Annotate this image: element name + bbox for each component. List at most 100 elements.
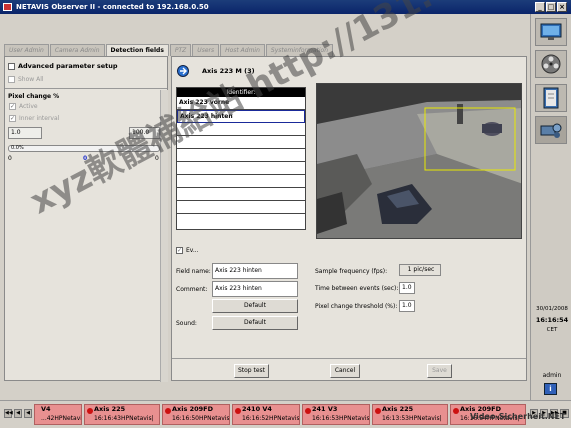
show-all-checkbox[interactable]: Show All [8,76,44,83]
camera-event-item[interactable]: Axis 209FD 16:16:50HPNetavis| [162,404,230,425]
camera-image [317,84,521,238]
stop-icon[interactable]: ■ [560,409,569,418]
save-button[interactable]: Save [427,364,452,378]
tab-host-admin[interactable]: Host Admin [220,44,265,56]
divider [5,88,167,89]
event-checkbox[interactable]: Ev... [176,247,199,254]
sample-frequency-select[interactable]: 1 pic/sec [399,264,441,276]
tab-user-admin[interactable]: User Admin [4,44,49,56]
tab-ptz[interactable]: PTZ [169,44,192,56]
camera-event-item[interactable]: 2410 V4 16:16:52HPNetavis| [232,404,300,425]
pixel-threshold-input[interactable]: 1.0 [399,300,415,312]
prev-icon[interactable]: ◀ [24,409,32,418]
camera-select-icon[interactable] [177,65,189,77]
last-icon[interactable]: ▶▶ [550,409,559,418]
comment-input[interactable]: Axis 223 hinten [212,281,298,297]
camera-event-item[interactable]: Axis 225 16:13:53HPNetavis| [372,404,448,425]
detection-field-editor: Axis 223 M (3) Identifier: Axis 223 vorn… [171,56,527,381]
pixel-threshold-label: Pixel change threshold (%): [315,303,398,310]
app-icon [3,3,12,11]
identifier-row[interactable] [177,123,305,136]
panel-scrollbar[interactable] [160,90,168,382]
window-titlebar: NETAVIS Observer II - connected to 192.1… [0,0,571,14]
tab-detection-fields[interactable]: Detection fields [105,44,169,56]
time-between-label: Time between events (sec): [315,285,399,292]
identifier-row-selected[interactable]: Axis 223 hinten [177,110,305,123]
check-icon [176,247,183,254]
right-sidebar: 30/01/2008 16:16:54 CET admin i [530,14,571,406]
camera-event-item[interactable]: Axis 209FD 16:16:54HPNetavis| [450,404,526,425]
default-button-1[interactable]: Default [212,299,298,313]
arrow-icon [180,67,187,75]
check-icon [9,115,16,122]
film-reel-icon[interactable] [535,50,567,78]
time-label: 16:16:54 [535,316,569,324]
alarm-icon [165,408,171,414]
camera-event-strip: ◀◀ ◀ ◀ V4 ...42HPNetavis| Axis 225 16:16… [0,400,571,428]
tab-bar: User Admin Camera Admin Detection fields… [4,44,334,56]
monitor-icon-glyph [540,23,562,40]
inner-interval-checkbox[interactable]: Inner interval [9,115,59,122]
alarm-icon [305,408,311,414]
stop-test-button[interactable]: Stop test [234,364,269,378]
first-icon[interactable]: ◀◀ [4,409,13,418]
date-label: 30/01/2008 [536,306,568,312]
window-title: NETAVIS Observer II - connected to 192.1… [16,3,209,11]
camera-event-item[interactable]: Axis 225 16:16:43HPNetavis| [84,404,160,425]
advanced-setup-checkbox[interactable]: Advanced parameter setup [8,62,118,70]
camera-event-item[interactable]: 241 V3 16:16:53HPNetavis| [302,404,370,425]
camera-view[interactable] [316,83,522,239]
comment-label: Comment: [176,286,208,293]
film-reel-glyph [541,54,561,74]
next-icon[interactable]: ▶ [540,409,548,418]
parameter-panel: Advanced parameter setup Show All Pixel … [4,56,168,382]
info-icon[interactable]: i [544,383,557,395]
network-admin-icon[interactable] [535,116,567,144]
network-admin-glyph [540,123,562,138]
scale-mid: 0 [83,155,88,162]
checkbox-icon [8,76,15,83]
camera-event-item[interactable]: V4 ...42HPNetavis| [34,404,82,425]
identifier-row[interactable] [177,149,305,162]
monitor-icon[interactable] [535,18,567,46]
checkbox-icon [8,62,15,70]
time-between-input[interactable]: 1.0 [399,282,415,294]
minimize-button[interactable]: _ [535,2,545,12]
play-icon[interactable]: ▶ [530,409,538,418]
active-checkbox[interactable]: Active [9,103,38,110]
identifier-row[interactable] [177,175,305,188]
scale-min: 0 [8,155,12,162]
notebook-glyph [543,87,559,109]
maximize-button[interactable]: □ [546,2,556,12]
camera-title: Axis 223 M (3) [202,67,255,75]
min-value-field[interactable]: 1.0 [8,127,42,139]
scale-max: 0 [155,155,159,162]
alarm-icon [375,408,381,414]
field-name-input[interactable]: Axis 223 hinten [212,263,298,279]
identifier-row[interactable] [177,188,305,201]
sound-default-button[interactable]: Default [212,316,298,330]
identifier-row[interactable] [177,201,305,214]
user-label: admin [542,372,562,379]
timezone-label: CET [546,327,558,333]
close-button[interactable]: × [557,2,567,12]
tab-users[interactable]: Users [192,44,220,56]
identifier-row[interactable]: Axis 223 vorne [177,97,305,110]
cancel-button[interactable]: Cancel [330,364,360,378]
identifier-table: Identifier: Axis 223 vorne Axis 223 hint… [176,87,306,230]
pixel-change-slider[interactable]: 0.0% [8,145,160,152]
rewind-icon[interactable]: ◀ [14,409,22,418]
alarm-icon [87,408,93,414]
alarm-icon [235,408,241,414]
divider [172,358,526,359]
pixel-change-title: Pixel change % [8,93,60,100]
tab-camera-admin[interactable]: Camera Admin [49,44,105,56]
notebook-icon[interactable] [535,84,567,112]
identifier-row[interactable] [177,136,305,149]
tab-systeminformation[interactable]: Systeminformation [265,44,334,56]
sample-frequency-label: Sample frequency (fps): [315,268,388,275]
identifier-header: Identifier: [177,88,305,97]
identifier-row[interactable] [177,162,305,175]
max-value-field[interactable]: 100.0 [129,127,160,139]
alarm-icon [453,408,459,414]
